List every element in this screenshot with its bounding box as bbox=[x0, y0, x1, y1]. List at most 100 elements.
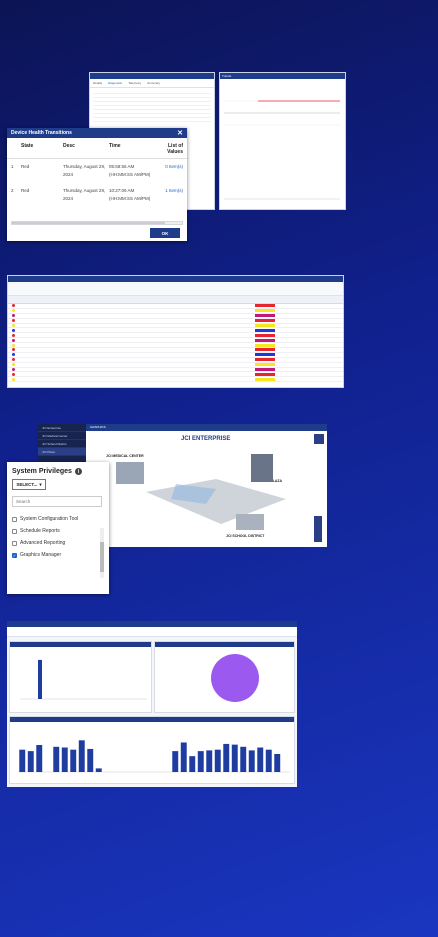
nav-item-school[interactable]: JCI School District bbox=[38, 440, 86, 448]
scrollbar-thumb[interactable] bbox=[12, 222, 165, 224]
bar bbox=[78, 740, 85, 772]
device-detail-rows bbox=[90, 88, 214, 124]
ok-button[interactable]: OK bbox=[150, 228, 180, 238]
row-desc: Thursday, August 29, 2024 bbox=[63, 188, 106, 201]
privileges-scrollbar[interactable] bbox=[100, 528, 104, 578]
status-dot bbox=[12, 338, 15, 342]
scrollbar-thumb[interactable] bbox=[100, 542, 104, 572]
bar bbox=[172, 751, 179, 772]
status-dot bbox=[12, 363, 15, 367]
status-dot bbox=[12, 348, 15, 352]
privilege-label: Schedule Reports bbox=[20, 528, 60, 534]
row-values-link[interactable]: 1 Item(s) bbox=[155, 187, 183, 203]
bar bbox=[265, 749, 272, 772]
status-chip bbox=[255, 363, 275, 367]
bar bbox=[38, 659, 42, 699]
nav-item-enterprise[interactable]: JCI Enterprise bbox=[38, 424, 86, 432]
tab-telemetry[interactable]: Telemetry bbox=[128, 81, 141, 85]
detail-row bbox=[93, 118, 211, 122]
left-chart-panel bbox=[9, 641, 152, 713]
status-dot bbox=[12, 309, 15, 313]
bar bbox=[214, 749, 221, 772]
status-dot bbox=[12, 358, 15, 362]
close-icon[interactable]: ✕ bbox=[177, 129, 183, 137]
row-values-link[interactable]: 0 Item(s) bbox=[155, 163, 183, 179]
status-dot bbox=[12, 372, 15, 376]
status-chip bbox=[255, 328, 275, 332]
checkbox[interactable] bbox=[12, 528, 17, 534]
bar bbox=[36, 745, 43, 772]
select-label: SELECT... bbox=[16, 482, 38, 487]
tab-summary[interactable]: Summary bbox=[147, 81, 160, 85]
alarm-table-header bbox=[8, 296, 343, 304]
bar bbox=[206, 750, 213, 772]
status-chip bbox=[255, 333, 275, 337]
device-health-dialog: Device Health Transitions ✕ State Desc T… bbox=[7, 128, 187, 241]
status-dot bbox=[12, 314, 15, 318]
status-chip bbox=[255, 348, 275, 352]
row-index: 2 bbox=[11, 188, 14, 193]
energy-dashboard bbox=[7, 621, 297, 787]
status-dot bbox=[12, 328, 15, 332]
left-bar-chart bbox=[20, 659, 147, 700]
privileges-title: System Privileges bbox=[12, 468, 72, 475]
bar bbox=[274, 754, 281, 772]
graphics-toolbar-icon[interactable] bbox=[314, 434, 324, 444]
trend-chart bbox=[224, 100, 340, 200]
row-index: 1 bbox=[11, 164, 14, 169]
col-index bbox=[11, 143, 21, 155]
nav-item-plaza[interactable]: JCI Plaza bbox=[38, 448, 86, 456]
bar bbox=[70, 749, 77, 772]
privilege-item[interactable]: Advanced Reporting bbox=[7, 540, 109, 546]
privileges-search-input[interactable] bbox=[12, 496, 102, 507]
table-row[interactable] bbox=[8, 377, 343, 383]
status-chip bbox=[255, 372, 275, 376]
chevron-down-icon: ▾ bbox=[39, 481, 42, 487]
privilege-item[interactable]: ✓ Graphics Manager bbox=[7, 552, 109, 558]
status-chip bbox=[255, 377, 275, 381]
privilege-item[interactable]: System Configuration Tool bbox=[7, 516, 109, 522]
campus-illustration bbox=[116, 434, 324, 542]
info-icon[interactable]: i bbox=[74, 468, 82, 475]
campus-ground bbox=[146, 479, 286, 524]
nav-item-medical[interactable]: JCI Medical Center bbox=[38, 432, 86, 440]
dialog-titlebar: Device Health Transitions ✕ bbox=[7, 128, 187, 138]
privileges-select-dropdown[interactable]: SELECT... ▾ bbox=[12, 479, 46, 490]
privilege-item[interactable]: Schedule Reports bbox=[7, 528, 109, 534]
col-time: Time bbox=[109, 143, 121, 149]
col-state: State bbox=[21, 143, 34, 149]
bottom-bar-chart bbox=[18, 740, 290, 773]
page-background: { "device_health": { "main_tabs": ["Deta… bbox=[0, 0, 438, 937]
privileges-list: System Configuration Tool Schedule Repor… bbox=[7, 516, 109, 558]
bottom-chart-panel bbox=[9, 716, 295, 784]
tab-details[interactable]: Details bbox=[93, 81, 102, 85]
status-chip bbox=[255, 353, 275, 357]
pie-chart bbox=[211, 654, 259, 702]
bar bbox=[27, 751, 34, 772]
zoom-controls[interactable] bbox=[314, 516, 322, 542]
row-desc: Thursday, August 29, 2024 bbox=[63, 164, 106, 177]
tab-diagnostic[interactable]: Diagnostic bbox=[108, 81, 122, 85]
status-dot bbox=[12, 343, 15, 347]
status-chip bbox=[255, 338, 275, 342]
system-privileges-popup: System Privileges i SELECT... ▾ System C… bbox=[7, 462, 109, 594]
dialog-scrollbar[interactable] bbox=[11, 221, 183, 225]
privilege-label: Graphics Manager bbox=[20, 552, 62, 558]
checkbox[interactable] bbox=[12, 540, 17, 546]
alarm-table-panel bbox=[7, 275, 344, 388]
table-row: 2 Red Thursday, August 29, 2024 10:27:09… bbox=[7, 183, 187, 207]
status-chip bbox=[255, 368, 275, 372]
col-list: List of Values bbox=[167, 143, 183, 155]
bar bbox=[53, 746, 60, 772]
privilege-label: Advanced Reporting bbox=[20, 540, 66, 546]
right-chart-panel bbox=[154, 641, 295, 713]
checkbox[interactable] bbox=[12, 516, 17, 522]
bar bbox=[240, 746, 247, 772]
status-chip bbox=[255, 343, 275, 347]
status-dot bbox=[12, 304, 15, 308]
status-chip bbox=[255, 324, 275, 327]
status-chip bbox=[255, 358, 275, 362]
checkbox-checked[interactable]: ✓ bbox=[12, 552, 17, 558]
privileges-header: System Privileges i bbox=[7, 462, 109, 479]
status-dot bbox=[12, 319, 15, 323]
